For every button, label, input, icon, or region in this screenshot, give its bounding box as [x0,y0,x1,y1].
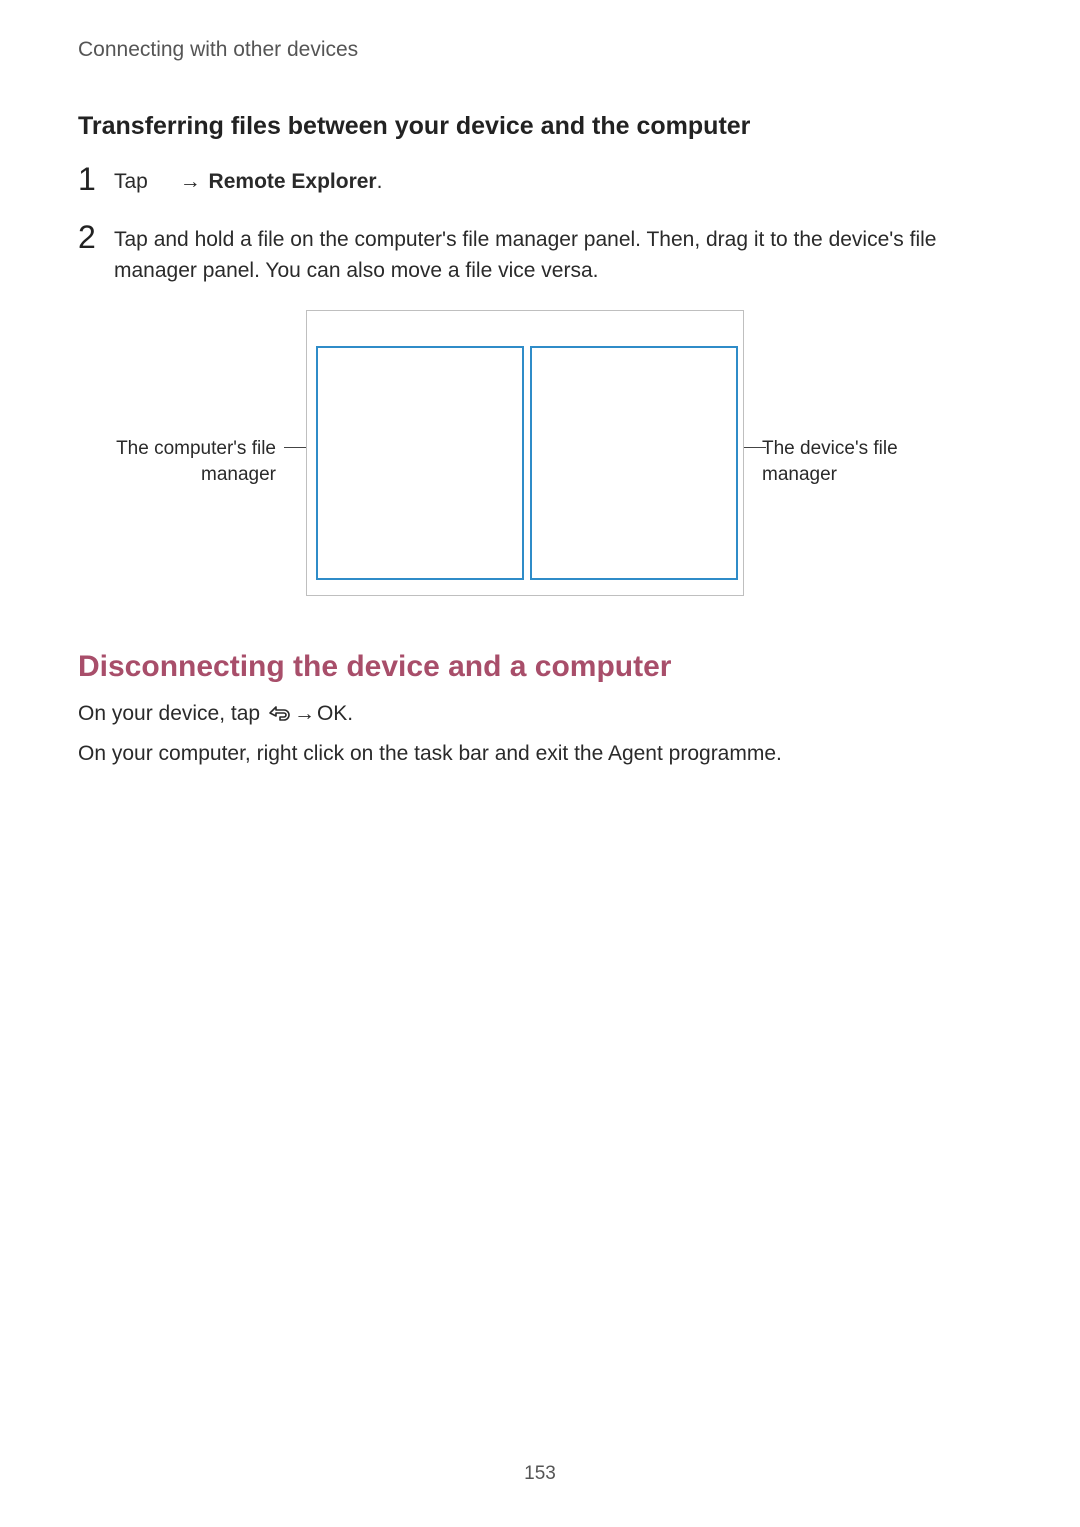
para1-bold: OK [317,702,347,725]
step-1: 1 Tap → Remote Explorer. [78,163,1002,197]
step-body: Tap and hold a file on the computer's fi… [114,221,1002,286]
diagram-panel-device [530,346,738,580]
step-text-post: . [377,170,383,193]
para2-pre: On your computer, right click [78,742,350,765]
arrow-icon: → [178,170,203,193]
step-text-pre: Tap [114,170,148,193]
diagram: The computer's file manager The device's… [78,310,1002,610]
step-text-bold: Remote Explorer [209,170,377,193]
para1-post: . [347,702,353,725]
diagram-label-left: The computer's file manager [96,436,276,487]
step-body: Tap → Remote Explorer. [114,163,1002,197]
step-number: 1 [78,163,114,195]
page-number: 153 [0,1463,1080,1485]
section-subhead: Transferring files between your device a… [78,112,1002,141]
chapter-title: Connecting with other devices [78,38,1002,62]
back-icon [266,700,292,732]
paragraph-2: On your computer, right click on the tas… [78,738,1002,770]
step-number: 2 [78,221,114,253]
diagram-tick-left [284,447,306,448]
paragraph-1: On your device, tap → OK. [78,698,1002,732]
arrow-icon: → [292,698,317,730]
page: Connecting with other devices Transferri… [0,0,1080,1527]
diagram-label-right: The device's file manager [762,436,932,487]
diagram-panel-computer [316,346,524,580]
para1-pre: On your device, tap [78,702,266,725]
step-2: 2 Tap and hold a file on the computer's … [78,221,1002,286]
steps-list: 1 Tap → Remote Explorer. 2 Tap and hold … [78,163,1002,286]
section-heading-disconnecting: Disconnecting the device and a computer [78,650,1002,684]
para2-post: on the task bar and exit the Agent progr… [350,742,782,765]
